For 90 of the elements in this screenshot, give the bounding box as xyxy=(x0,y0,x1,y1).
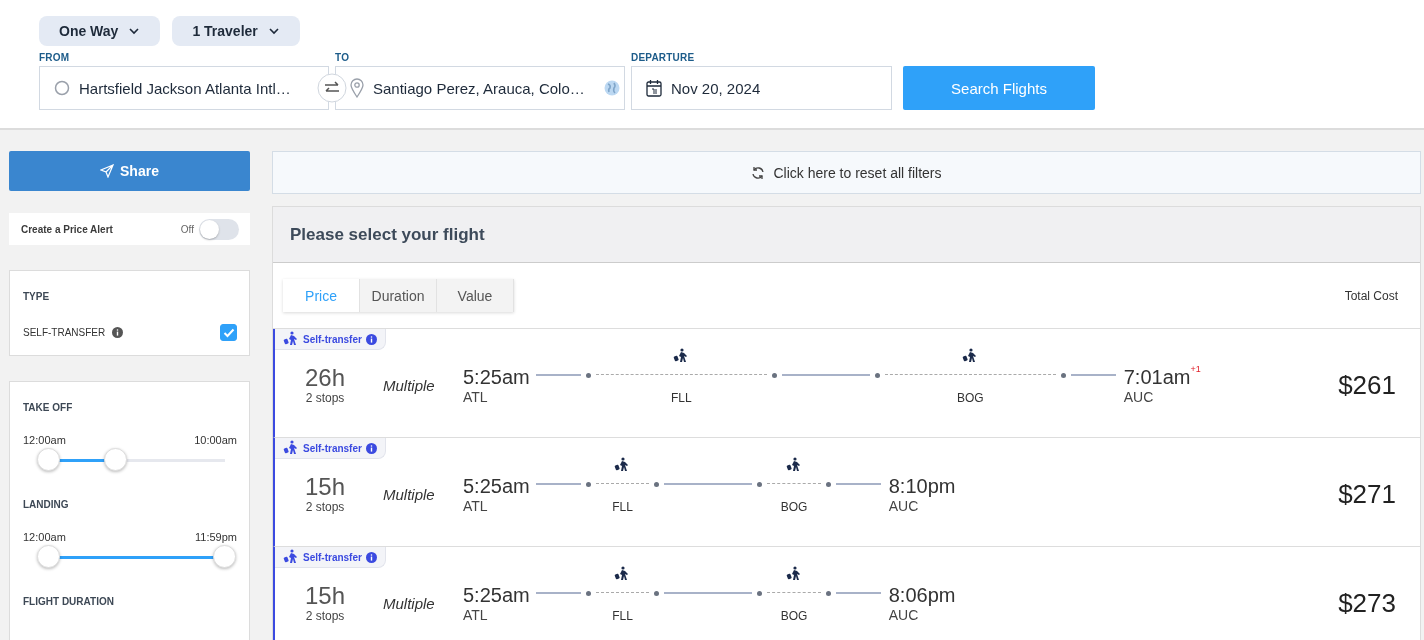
person-with-luggage-icon xyxy=(962,348,979,364)
self-transfer-badge: Self-transfer xyxy=(275,329,386,350)
info-icon xyxy=(365,551,377,563)
flight-row[interactable]: Self-transfer 15h 2 stops Multiple 5:25am ATL FLL BOG 8:06pm AUC $273 xyxy=(273,547,1420,640)
airport-code: BOG xyxy=(956,391,984,405)
person-with-luggage-icon xyxy=(283,440,299,456)
filter-title: TYPE xyxy=(23,291,51,302)
stops-count: 2 stops xyxy=(304,391,346,405)
calendar-icon xyxy=(646,79,662,97)
filter-title: LANDING xyxy=(23,499,70,510)
airport-code: FLL xyxy=(670,391,692,405)
airport-code: FLL xyxy=(612,500,633,514)
airport-code: ATL xyxy=(463,606,489,623)
reset-filters-button[interactable]: Click here to reset all filters xyxy=(272,151,1421,194)
departure-time: 5:25am xyxy=(463,583,530,607)
airport-code: AUC xyxy=(888,497,920,514)
flight-duration: 26h xyxy=(303,365,346,391)
range-slider[interactable] xyxy=(36,545,238,570)
sort-tab[interactable]: Duration xyxy=(360,279,437,312)
send-icon xyxy=(100,164,115,178)
field-label: DEPARTURE xyxy=(631,52,696,63)
self-transfer-badge: Self-transfer xyxy=(275,438,386,459)
column-header: Total Cost xyxy=(1344,288,1398,303)
flight-duration: 15h xyxy=(303,474,346,500)
airport-code: FLL xyxy=(612,609,633,623)
airport-code: ATL xyxy=(463,497,489,514)
slider-thumb[interactable] xyxy=(213,545,236,568)
filter-option-label: SELF-TRANSFER xyxy=(23,327,106,338)
arrival-time: 8:10pm xyxy=(888,474,956,498)
departure-time: 5:25am xyxy=(463,474,530,498)
slider-thumb[interactable] xyxy=(37,448,60,471)
departure-time: 5:25am xyxy=(463,365,530,389)
chevron-down-icon xyxy=(128,26,141,36)
info-icon xyxy=(112,327,124,338)
filter-title: TAKE OFF xyxy=(23,402,74,413)
range-max-label: 11:59pm xyxy=(195,531,237,543)
person-with-luggage-icon xyxy=(614,566,631,582)
date-field[interactable]: Nov 20, 2024 xyxy=(631,66,892,110)
person-with-luggage-icon xyxy=(614,457,631,473)
range-max-label: 10:00am xyxy=(194,434,237,446)
swap-icon[interactable] xyxy=(317,73,347,103)
globe-icon xyxy=(604,80,620,96)
circle-icon xyxy=(54,80,70,96)
filter-title: FLIGHT DURATION xyxy=(23,596,115,607)
person-with-luggage-icon xyxy=(673,348,690,364)
field-label: FROM xyxy=(39,52,71,63)
person-with-luggage-icon xyxy=(785,457,802,473)
share-button[interactable]: Share xyxy=(9,151,250,191)
person-with-luggage-icon xyxy=(283,549,299,565)
flight-price: $273 xyxy=(1338,587,1396,619)
chevron-down-icon xyxy=(267,26,280,36)
arrival-time: 8:06pm xyxy=(888,583,956,607)
price-alert-toggle[interactable] xyxy=(199,218,239,240)
price-alert-label: Create a Price Alert xyxy=(21,223,114,235)
toggle-state-text: Off xyxy=(180,223,194,235)
self-transfer-badge: Self-transfer xyxy=(275,547,386,568)
trip-type-dropdown[interactable]: One Way xyxy=(39,16,161,46)
airport-code: AUC xyxy=(888,606,920,623)
person-with-luggage-icon xyxy=(785,566,802,582)
results-title: Please select your flight xyxy=(290,224,485,245)
origin-field[interactable]: Hartsfield Jackson Atlanta Intl… xyxy=(39,66,329,110)
airline-name: Multiple xyxy=(383,594,436,612)
flight-row[interactable]: Self-transfer 15h 2 stops Multiple 5:25am ATL FLL BOG 8:10pm AUC $271 xyxy=(273,438,1420,547)
refresh-icon xyxy=(751,165,766,180)
airline-name: Multiple xyxy=(383,376,436,394)
airport-code: AUC xyxy=(1123,388,1155,405)
travelers-dropdown[interactable]: 1 Traveler xyxy=(172,16,300,46)
airline-name: Multiple xyxy=(383,485,436,503)
stops-count: 2 stops xyxy=(304,609,346,623)
info-icon xyxy=(365,333,377,345)
stops-count: 2 stops xyxy=(304,500,346,514)
flight-row[interactable]: Self-transfer 26h 2 stops Multiple 5:25am ATL FLL BOG 7:01am$^{+1}$ AUC $261 xyxy=(273,329,1420,438)
field-label: TO xyxy=(335,52,351,63)
info-icon xyxy=(365,442,377,454)
airport-code: ATL xyxy=(463,388,489,405)
range-min-label: 12:00am xyxy=(23,531,66,543)
destination-field[interactable]: Santiago Perez, Arauca, Colo… xyxy=(335,66,625,110)
slider-thumb[interactable] xyxy=(37,545,60,568)
airport-code: BOG xyxy=(780,500,808,514)
airport-code: BOG xyxy=(780,609,808,623)
person-with-luggage-icon xyxy=(283,331,299,347)
slider-thumb[interactable] xyxy=(103,448,127,471)
flight-price: $261 xyxy=(1338,369,1396,401)
self-transfer-checkbox[interactable] xyxy=(220,324,237,341)
flight-price: $271 xyxy=(1338,478,1396,510)
range-min-label: 12:00am xyxy=(23,434,66,446)
sort-tab[interactable]: Value xyxy=(437,279,514,312)
location-pin-icon xyxy=(350,78,364,98)
arrival-time: 7:01am$^{+1}$ xyxy=(1123,365,1201,389)
flight-duration: 15h xyxy=(303,583,346,609)
